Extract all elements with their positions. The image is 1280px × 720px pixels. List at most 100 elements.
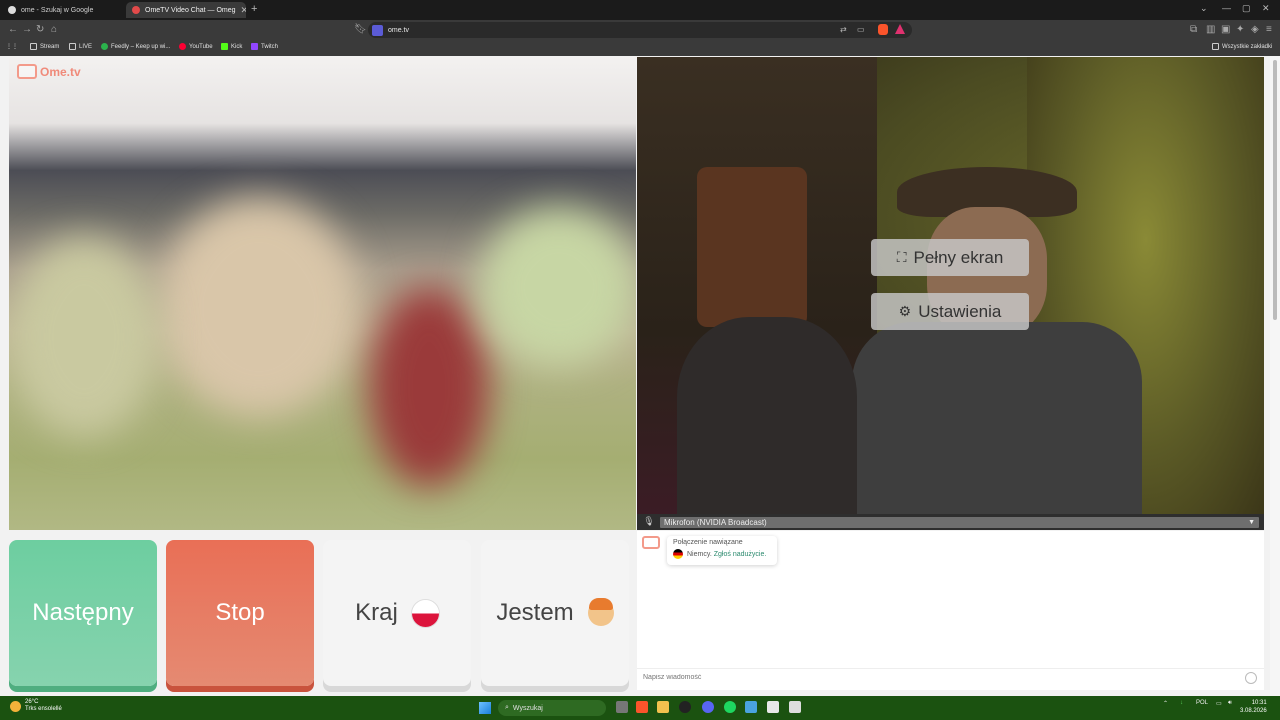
- site-info-icon[interactable]: [372, 24, 383, 36]
- clock-time: 10:31: [1251, 700, 1267, 706]
- bookmark-label: Stream: [40, 43, 60, 50]
- menu-icon[interactable]: ≡: [1266, 24, 1272, 35]
- tab-title: ome - Szukaj w Google: [21, 6, 94, 14]
- shirt-shape: [852, 322, 1142, 514]
- fullscreen-button[interactable]: ⛶ Pełny ekran: [871, 239, 1029, 276]
- reload-icon[interactable]: ↻: [36, 24, 44, 35]
- new-tab-button[interactable]: +: [251, 3, 257, 15]
- close-window-button[interactable]: ✕: [1262, 3, 1270, 14]
- ometv-logo[interactable]: Ome.tv: [17, 64, 81, 79]
- remote-video: [9, 57, 636, 530]
- extensions-icon[interactable]: ⧉: [1190, 24, 1197, 35]
- bookmark-feedly[interactable]: Feedly – Keep up wi...: [101, 43, 170, 50]
- weather-desc: Trks ensolellé: [25, 706, 62, 712]
- emoji-icon[interactable]: [1245, 672, 1257, 684]
- network-icon[interactable]: ▭: [1216, 700, 1222, 707]
- report-abuse-link[interactable]: Zgłoś nadużycie.: [714, 551, 767, 558]
- bookmark-live[interactable]: LIVE: [69, 43, 92, 50]
- calendar-app-icon[interactable]: [789, 701, 801, 713]
- search-placeholder: Wyszukaj: [512, 704, 543, 712]
- wallet-icon[interactable]: ▣: [1221, 24, 1230, 35]
- bookmark-label: Feedly – Keep up wi...: [111, 43, 171, 50]
- brave-rewards-icon[interactable]: [895, 24, 905, 34]
- address-bar[interactable]: ome.tv: [368, 22, 912, 38]
- app-icon[interactable]: [745, 701, 757, 713]
- taskbar-search[interactable]: ⌕ Wyszukaj: [498, 700, 606, 716]
- bookmark-stream[interactable]: Stream: [30, 43, 59, 50]
- language-indicator[interactable]: POL: [1196, 700, 1208, 706]
- microphone-selected: Mikrofon (NVIDIA Broadcast): [664, 517, 767, 527]
- folder-icon: [30, 43, 37, 50]
- spotify-icon[interactable]: [724, 701, 736, 713]
- obs-icon[interactable]: [679, 701, 691, 713]
- clock[interactable]: 10:31 3.08.2026: [1240, 699, 1267, 715]
- download-icon[interactable]: ↓: [1180, 700, 1183, 706]
- leo-icon[interactable]: ✦: [1236, 24, 1244, 35]
- all-bookmarks-label: Wszystkie zakładki: [1222, 43, 1273, 50]
- next-label: Następny: [32, 599, 134, 626]
- tab-search-icon[interactable]: ⌄: [1200, 3, 1208, 14]
- google-icon: [8, 6, 16, 14]
- video-blur: [369, 287, 489, 487]
- stop-button[interactable]: Stop: [166, 540, 314, 686]
- local-video: [637, 57, 1264, 514]
- bookmark-youtube[interactable]: YouTube: [179, 43, 213, 50]
- scrollbar-thumb[interactable]: [1273, 60, 1277, 320]
- file-explorer-icon[interactable]: [657, 701, 669, 713]
- settings-label: Ustawienia: [918, 301, 1002, 321]
- close-tab-icon[interactable]: ✕: [241, 5, 246, 16]
- cast-icon[interactable]: ▭: [857, 25, 865, 34]
- bookmark-icon[interactable]: 🔖︎: [354, 24, 367, 35]
- microphone-select[interactable]: Mikrofon (NVIDIA Broadcast) ▼: [660, 516, 1259, 528]
- tab-ometv[interactable]: OmeTV Video Chat — Omeg ✕: [126, 2, 246, 18]
- microphone-icon: 🎙︎: [643, 516, 655, 526]
- gender-button[interactable]: Jestem: [481, 540, 629, 686]
- brave-shields-icon[interactable]: [878, 24, 888, 35]
- windows-start-icon[interactable]: [479, 702, 491, 714]
- home-icon[interactable]: ⌂: [51, 24, 57, 35]
- minimize-button[interactable]: —: [1222, 3, 1231, 13]
- message-input[interactable]: [643, 674, 1233, 681]
- volume-icon[interactable]: 🔊︎: [1228, 700, 1232, 707]
- partner-country: Niemcy.: [687, 550, 712, 558]
- settings-button[interactable]: ⚙ Ustawienia: [871, 293, 1029, 330]
- discord-icon[interactable]: [702, 701, 714, 713]
- forward-arrow-icon[interactable]: →: [22, 24, 32, 35]
- task-view-icon[interactable]: [616, 701, 628, 713]
- feedly-icon: [101, 43, 108, 50]
- sun-icon: [10, 700, 21, 712]
- tab-strip: ome - Szukaj w Google OmeTV Video Chat —…: [0, 0, 1280, 20]
- gender-label: Jestem: [496, 599, 574, 626]
- ometv-page: Ome.tv ⛶ Pełny ekran ⚙ Ustawienia 🎙︎ Mik…: [0, 56, 1280, 696]
- bookmark-twitch[interactable]: Twitch: [251, 43, 278, 50]
- next-button[interactable]: Następny: [9, 540, 157, 686]
- twitch-icon: [251, 43, 258, 50]
- drum-shape: [697, 167, 807, 327]
- stop-label: Stop: [215, 599, 265, 626]
- page-scrollbar[interactable]: [1270, 56, 1280, 696]
- weather-widget[interactable]: 26°C Trks ensolellé: [10, 699, 62, 713]
- tray-overflow-icon[interactable]: ⌃: [1163, 700, 1168, 707]
- connection-status: Połączenie nawiązane: [673, 539, 743, 546]
- maximize-button[interactable]: ▢: [1242, 3, 1251, 14]
- chat-input-row: [637, 668, 1264, 686]
- bookmark-label: YouTube: [189, 43, 213, 50]
- boy-avatar-icon: [587, 598, 614, 626]
- vpn-icon[interactable]: ◈: [1251, 24, 1259, 35]
- fullscreen-icon: ⛶: [896, 249, 907, 265]
- apps-icon[interactable]: ⋮⋮: [6, 43, 18, 50]
- brave-taskbar-icon[interactable]: [636, 701, 648, 713]
- sidebar-icon[interactable]: ▥: [1206, 24, 1215, 35]
- bookmark-kick[interactable]: Kick: [221, 43, 242, 50]
- all-bookmarks[interactable]: Wszystkie zakładki: [1212, 43, 1272, 50]
- notepad-icon[interactable]: [767, 701, 779, 713]
- tab-google-search[interactable]: ome - Szukaj w Google: [2, 2, 122, 18]
- leg-shape: [677, 317, 857, 514]
- gear-icon: ⚙: [898, 303, 912, 319]
- connection-message: Połączenie nawiązane Niemcy. Zgłoś naduż…: [667, 536, 777, 565]
- tab-title: OmeTV Video Chat — Omeg: [145, 6, 236, 14]
- back-arrow-icon[interactable]: ←: [8, 24, 18, 35]
- translate-icon[interactable]: ⇄: [840, 25, 847, 34]
- country-button[interactable]: Kraj: [323, 540, 471, 686]
- bookmark-label: LIVE: [79, 43, 93, 50]
